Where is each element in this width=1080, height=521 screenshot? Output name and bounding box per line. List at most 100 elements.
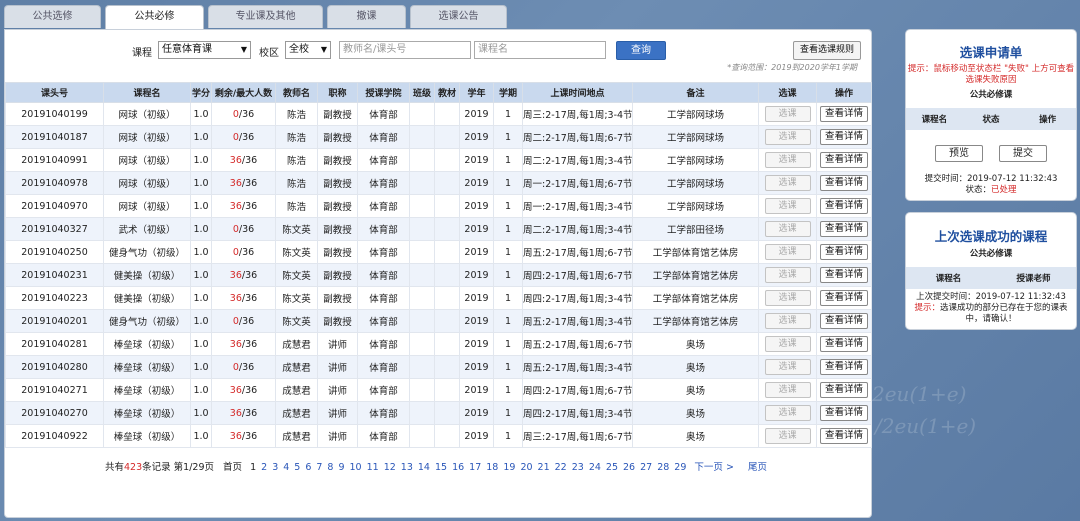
page-link[interactable]: 7 — [316, 462, 322, 473]
select-course-button[interactable]: 选课 — [764, 290, 811, 306]
page-link[interactable]: 11 — [367, 462, 379, 473]
campus-select[interactable]: 全校 ▼ — [285, 41, 331, 59]
teacher-name: 陈文英 — [275, 286, 318, 310]
remaining-seats: 36/36 — [211, 378, 276, 402]
page-link[interactable]: 28 — [657, 462, 669, 473]
view-details-button[interactable]: 查看详情 — [820, 359, 868, 375]
page-link[interactable]: 12 — [384, 462, 396, 473]
page-link[interactable]: 15 — [435, 462, 447, 473]
select-course-button[interactable]: 选课 — [764, 129, 811, 145]
view-details-button[interactable]: 查看详情 — [820, 129, 868, 145]
view-details-button[interactable]: 查看详情 — [820, 313, 868, 329]
view-details-button[interactable]: 查看详情 — [820, 106, 868, 122]
teacher-name: 陈浩 — [275, 171, 318, 195]
tab-announcement[interactable]: 选课公告 — [410, 5, 507, 28]
tab-drop-course[interactable]: 撤课 — [327, 5, 406, 28]
tab-public-elective[interactable]: 公共选修 — [4, 5, 101, 28]
next-page-link[interactable]: 下一页 > — [694, 462, 733, 473]
table-row: 20191040922 棒垒球（初级） 1.0 36/36 成慧君 讲师 体育部 2019 1 周… — [5, 424, 872, 448]
select-course-button[interactable]: 选课 — [764, 336, 811, 352]
page-link[interactable]: 6 — [305, 462, 311, 473]
course-select[interactable]: 任意体育课 ▼ — [158, 41, 251, 59]
select-course-button[interactable]: 选课 — [764, 382, 811, 398]
tab-public-required[interactable]: 公共必修 — [105, 5, 204, 29]
select-course-button[interactable]: 选课 — [764, 313, 811, 329]
page-link[interactable]: 23 — [572, 462, 584, 473]
page-link[interactable]: 18 — [486, 462, 498, 473]
page-link[interactable]: 25 — [606, 462, 618, 473]
page-link[interactable]: 3 — [272, 462, 278, 473]
view-rules-button[interactable]: 查看选课规则 — [793, 41, 861, 60]
column-header: 教师名 — [275, 82, 318, 103]
page-link[interactable]: 16 — [452, 462, 464, 473]
preview-button[interactable]: 预览 — [935, 145, 983, 162]
select-course-button[interactable]: 选课 — [764, 359, 811, 375]
college: 体育部 — [357, 148, 410, 172]
page-link[interactable]: 20 — [520, 462, 532, 473]
page-link[interactable]: 22 — [555, 462, 567, 473]
credit: 1.0 — [190, 401, 212, 425]
first-page-link[interactable]: 首页 — [223, 462, 242, 473]
view-details-button[interactable]: 查看详情 — [820, 290, 868, 306]
teacher-name: 陈浩 — [275, 194, 318, 218]
page-link[interactable]: 13 — [401, 462, 413, 473]
view-details-button[interactable]: 查看详情 — [820, 175, 868, 191]
select-course-button[interactable]: 选课 — [764, 267, 811, 283]
course-name: 网球（初级） — [103, 148, 191, 172]
view-details-button[interactable]: 查看详情 — [820, 382, 868, 398]
view-details-button[interactable]: 查看详情 — [820, 428, 868, 444]
view-details-button[interactable]: 查看详情 — [820, 221, 868, 237]
view-details-button[interactable]: 查看详情 — [820, 267, 868, 283]
teacher-input[interactable]: 教师名/课头号 — [339, 41, 471, 59]
view-details-button[interactable]: 查看详情 — [820, 336, 868, 352]
max-count: /36 — [238, 131, 255, 143]
page-link[interactable]: 10 — [350, 462, 362, 473]
select-cell: 选课 — [758, 309, 817, 333]
page-link[interactable]: 1 — [250, 462, 256, 473]
page-link[interactable]: 26 — [623, 462, 635, 473]
table-row: 20191040991 网球（初级） 1.0 36/36 陈浩 副教授 体育部 2019 1 周二… — [5, 148, 872, 172]
page-link[interactable]: 8 — [327, 462, 333, 473]
page-link[interactable]: 27 — [640, 462, 652, 473]
page-link[interactable]: 24 — [589, 462, 601, 473]
view-details-button[interactable]: 查看详情 — [820, 198, 868, 214]
course-id: 20191040201 — [5, 309, 104, 333]
query-button[interactable]: 查询 — [616, 41, 666, 60]
page-link[interactable]: 21 — [538, 462, 550, 473]
view-details-button[interactable]: 查看详情 — [820, 152, 868, 168]
page-link[interactable]: 9 — [338, 462, 344, 473]
page-link[interactable]: 4 — [283, 462, 289, 473]
remaining-count: 36 — [229, 384, 242, 396]
tab-major-courses[interactable]: 专业课及其他 — [208, 5, 323, 28]
page-link[interactable]: 5 — [294, 462, 300, 473]
select-course-button[interactable]: 选课 — [764, 405, 811, 421]
note: 工学部体育馆艺体房 — [632, 263, 759, 287]
note: 工学部田径场 — [632, 217, 759, 241]
page-link[interactable]: 19 — [503, 462, 515, 473]
max-count: /36 — [238, 361, 255, 373]
textbook — [434, 217, 460, 241]
course-name-input[interactable]: 课程名 — [474, 41, 606, 59]
submit-button[interactable]: 提交 — [999, 145, 1047, 162]
remaining-seats: 0/36 — [211, 102, 276, 126]
select-course-button[interactable]: 选课 — [764, 175, 811, 191]
textbook — [434, 309, 460, 333]
page-link[interactable]: 2 — [261, 462, 267, 473]
select-course-button[interactable]: 选课 — [764, 221, 811, 237]
page-link[interactable]: 17 — [469, 462, 481, 473]
select-course-button[interactable]: 选课 — [764, 106, 811, 122]
page-link[interactable]: 14 — [418, 462, 430, 473]
textbook — [434, 355, 460, 379]
select-course-button[interactable]: 选课 — [764, 244, 811, 260]
background-formula: 2eu(1+e) — [872, 382, 967, 406]
page-link[interactable]: 29 — [674, 462, 686, 473]
credit: 1.0 — [190, 217, 212, 241]
status-value[interactable]: 已处理 — [991, 185, 1017, 195]
select-course-button[interactable]: 选课 — [764, 198, 811, 214]
last-page-link[interactable]: 尾页 — [748, 462, 767, 473]
select-course-button[interactable]: 选课 — [764, 152, 811, 168]
view-details-button[interactable]: 查看详情 — [820, 244, 868, 260]
view-details-button[interactable]: 查看详情 — [820, 405, 868, 421]
max-count: /36 — [241, 338, 258, 350]
select-course-button[interactable]: 选课 — [764, 428, 811, 444]
